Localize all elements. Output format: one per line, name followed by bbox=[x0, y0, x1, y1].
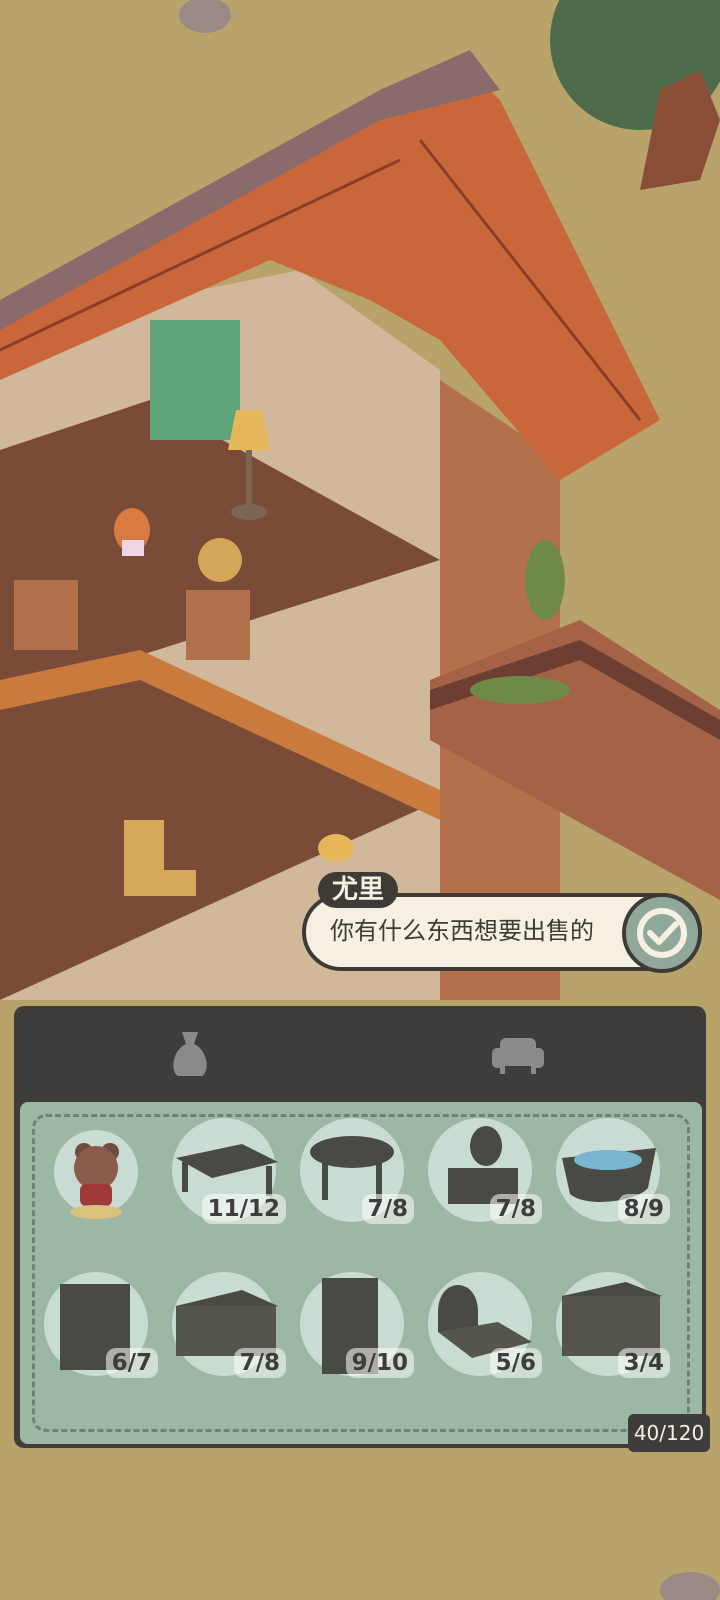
inventory-capacity: 40/120 bbox=[628, 1414, 710, 1452]
dialog-text: 你有什么东西想要出售的 bbox=[330, 917, 594, 945]
pedestal bbox=[14, 580, 78, 650]
inventory-slot[interactable]: 6/7 bbox=[44, 1272, 158, 1382]
lamp bbox=[318, 834, 354, 862]
sack-icon bbox=[173, 1032, 207, 1076]
moss bbox=[470, 676, 570, 704]
tab-items[interactable] bbox=[160, 1024, 220, 1084]
confirm-button[interactable] bbox=[622, 893, 702, 973]
inventory-slot[interactable]: 7/8 bbox=[428, 1118, 542, 1228]
item-count: 9/10 bbox=[345, 1348, 414, 1378]
sofa-icon bbox=[492, 1038, 544, 1074]
tab-furniture[interactable] bbox=[488, 1024, 548, 1084]
item-count: 5/6 bbox=[489, 1348, 542, 1378]
inventory-slot[interactable]: 7/8 bbox=[300, 1118, 414, 1228]
pedestal bbox=[186, 590, 250, 660]
item-count: 7/8 bbox=[233, 1348, 286, 1378]
door bbox=[150, 320, 240, 440]
moss bbox=[525, 540, 565, 620]
speaker-name: 尤里 bbox=[318, 872, 399, 908]
inventory-slot[interactable]: 9/10 bbox=[300, 1272, 414, 1382]
check-icon bbox=[637, 908, 687, 958]
item-count: 3/4 bbox=[617, 1348, 670, 1378]
item-count: 7/8 bbox=[361, 1194, 414, 1224]
bear-figurine-icon bbox=[54, 1130, 138, 1219]
gramophone bbox=[198, 538, 242, 582]
item-count: 7/8 bbox=[489, 1194, 542, 1224]
inventory-slot[interactable] bbox=[44, 1126, 154, 1236]
inventory-slot[interactable]: 5/6 bbox=[428, 1272, 542, 1382]
inventory-slot[interactable]: 8/9 bbox=[556, 1118, 670, 1228]
item-count: 11/12 bbox=[201, 1194, 286, 1224]
item-count: 8/9 bbox=[617, 1194, 670, 1224]
item-count: 6/7 bbox=[105, 1348, 158, 1378]
inventory-slot[interactable]: 11/12 bbox=[172, 1118, 286, 1228]
inventory-slot[interactable]: 7/8 bbox=[172, 1272, 286, 1382]
inventory-slot[interactable]: 3/4 bbox=[556, 1272, 670, 1382]
